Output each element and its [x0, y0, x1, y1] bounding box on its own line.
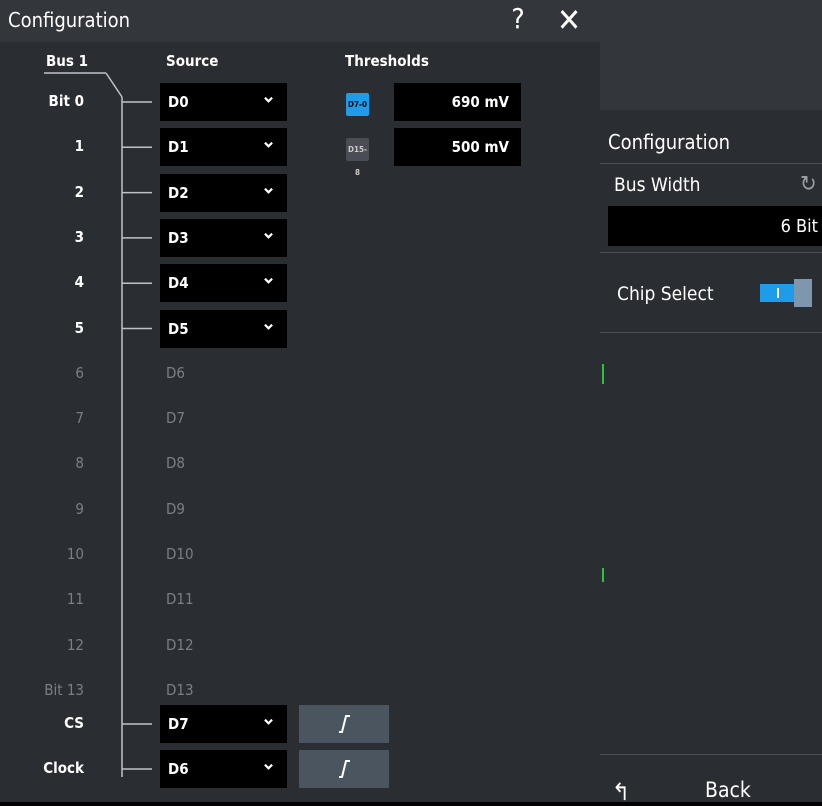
chevron-down-icon: [264, 96, 273, 103]
bit-label: 3: [74, 227, 84, 246]
chevron-down-icon: [264, 232, 273, 239]
source-value: D5: [168, 319, 189, 338]
cs-label: CS: [64, 714, 84, 732]
bit-label: Bit 0: [48, 92, 84, 110]
bit-label: 10: [66, 545, 84, 563]
bit-label: Bit 13: [44, 680, 84, 699]
source-value: D3: [168, 228, 189, 247]
bit-source-inactive: D8: [166, 454, 185, 473]
threshold-d7-0-value: 690 mV: [451, 93, 509, 111]
back-button[interactable]: Back: [705, 778, 751, 802]
bit-label: 8: [75, 454, 84, 473]
bit-source-select[interactable]: D3: [160, 218, 287, 257]
reset-icon[interactable]: ↻: [800, 172, 817, 197]
threshold-d15-8-icon[interactable]: D15-8: [346, 138, 369, 177]
source-value: D7: [168, 715, 189, 733]
bit-source-inactive: D10: [166, 545, 194, 563]
chip-select-toggle[interactable]: [760, 279, 812, 307]
source-value: D4: [168, 274, 189, 293]
chip-select-label: Chip Select: [617, 283, 714, 305]
source-value: D0: [168, 93, 189, 111]
bus-width-field[interactable]: 6 Bit: [608, 206, 822, 246]
cs-source-select[interactable]: D7: [160, 705, 287, 743]
divider: [600, 252, 822, 253]
bus-width-value: 6 Bit: [780, 216, 818, 237]
chevron-down-icon: [264, 187, 273, 194]
bit-label: 11: [66, 590, 84, 609]
chevron-down-icon: [264, 278, 273, 285]
rising-edge-icon: [339, 715, 350, 733]
bit-source-select[interactable]: D0: [160, 83, 287, 121]
divider: [600, 163, 822, 164]
clock-source-select[interactable]: D6: [160, 750, 287, 788]
bit-label: 5: [74, 318, 84, 337]
clock-edge-button[interactable]: [299, 750, 389, 788]
bit-label: 1: [74, 137, 84, 156]
threshold-d15-8-value: 500 mV: [451, 138, 509, 156]
chevron-down-icon: [264, 718, 273, 725]
divider: [600, 332, 822, 333]
bit-source-inactive: D11: [166, 590, 194, 609]
waveform-marker: [602, 364, 604, 384]
bit-source-inactive: D9: [166, 499, 185, 518]
side-panel-top: [600, 0, 822, 110]
bit-source-select[interactable]: D5: [160, 309, 287, 348]
bit-label: 7: [75, 409, 84, 428]
bit-source-inactive: D7: [166, 409, 185, 428]
bit-source-inactive: D13: [166, 680, 194, 699]
chevron-down-icon: [264, 142, 273, 149]
bit-source-inactive: D6: [166, 363, 185, 382]
rising-edge-icon: [339, 760, 350, 778]
clock-label: Clock: [43, 759, 84, 777]
source-value: D2: [168, 183, 189, 202]
bus-width-label: Bus Width: [614, 174, 701, 196]
side-panel: [600, 0, 822, 802]
source-value: D6: [168, 760, 189, 778]
panel-title: Configuration: [608, 130, 731, 154]
bit-source-inactive: D12: [166, 635, 194, 654]
threshold-d7-0-icon[interactable]: D7-0: [346, 93, 369, 116]
chevron-down-icon: [264, 323, 273, 330]
chevron-down-icon: [264, 763, 273, 770]
bit-label: 2: [74, 182, 84, 201]
bit-source-select[interactable]: D2: [160, 173, 287, 212]
divider: [600, 754, 822, 755]
bit-source-select[interactable]: D4: [160, 264, 287, 303]
bit-label: 4: [74, 273, 84, 292]
threshold-d15-8-field[interactable]: 500 mV: [394, 128, 521, 166]
bit-label: 9: [75, 499, 84, 518]
bit-label: 12: [66, 635, 84, 654]
bit-label: 6: [75, 363, 84, 382]
bit-source-select[interactable]: D1: [160, 128, 287, 167]
cs-edge-button[interactable]: [299, 705, 389, 743]
waveform-marker: [602, 568, 604, 582]
source-value: D1: [168, 138, 189, 157]
threshold-d7-0-field[interactable]: 690 mV: [394, 83, 521, 121]
